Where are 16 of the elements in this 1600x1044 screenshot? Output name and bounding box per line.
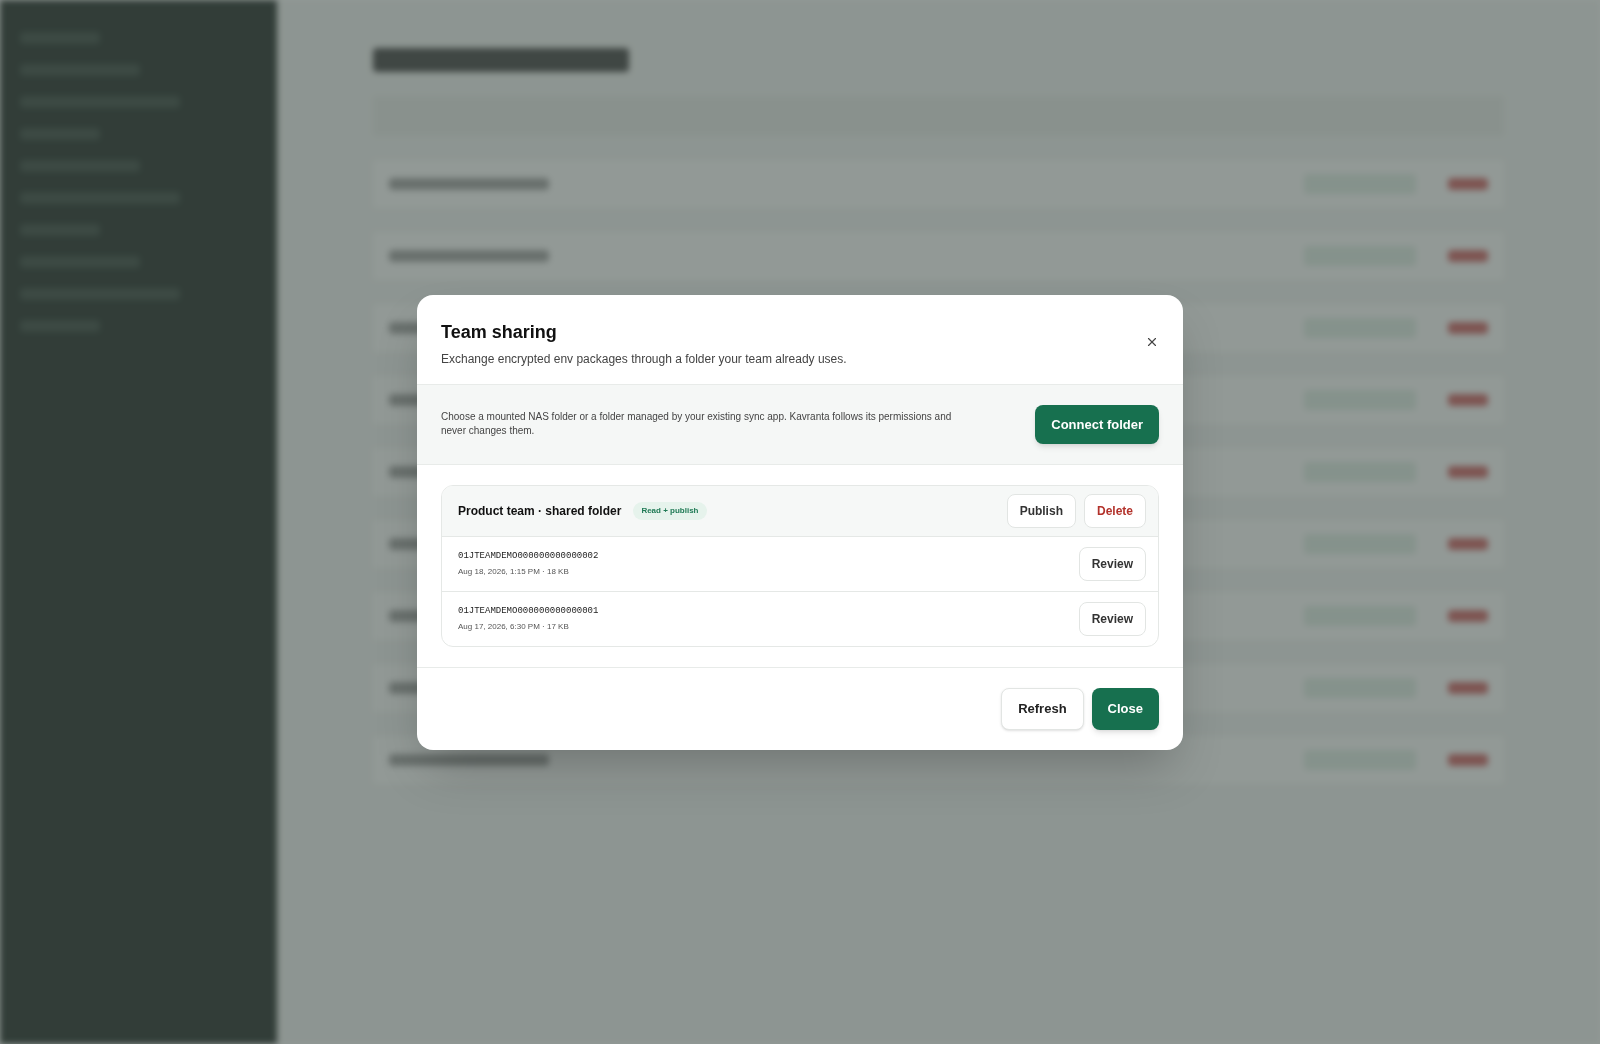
folder-name: Product team · shared folder (458, 503, 622, 520)
review-button[interactable]: Review (1078, 547, 1146, 581)
package-id: 01JTEAMDEMO000000000000001 (458, 604, 599, 618)
delete-button[interactable]: Delete (1083, 494, 1146, 528)
permission-badge: Read + publish (633, 502, 707, 520)
close-button[interactable]: Close (1091, 688, 1159, 730)
dialog-subtitle: Exchange encrypted env packages through a folder your team already uses. (441, 350, 847, 368)
connect-folder-button[interactable]: Connect folder (1035, 404, 1159, 444)
package-meta: Aug 17, 2026, 6:30 PM · 17 KB (458, 621, 570, 634)
publish-button[interactable]: Publish (1006, 494, 1076, 528)
dialog-title: Team sharing (441, 320, 558, 344)
package-meta: Aug 18, 2026, 1:15 PM · 18 KB (458, 566, 570, 579)
notice-text: Choose a mounted NAS folder or a folder managed by your existing sync app. Kavranta follows its permissions and never changes them. (441, 410, 953, 439)
review-button[interactable]: Review (1078, 602, 1146, 636)
refresh-button[interactable]: Refresh (1001, 688, 1084, 730)
package-id: 01JTEAMDEMO000000000000002 (458, 549, 599, 563)
